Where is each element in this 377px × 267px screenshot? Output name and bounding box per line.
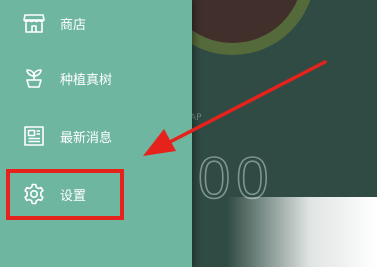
pointer-arrow	[143, 60, 327, 156]
